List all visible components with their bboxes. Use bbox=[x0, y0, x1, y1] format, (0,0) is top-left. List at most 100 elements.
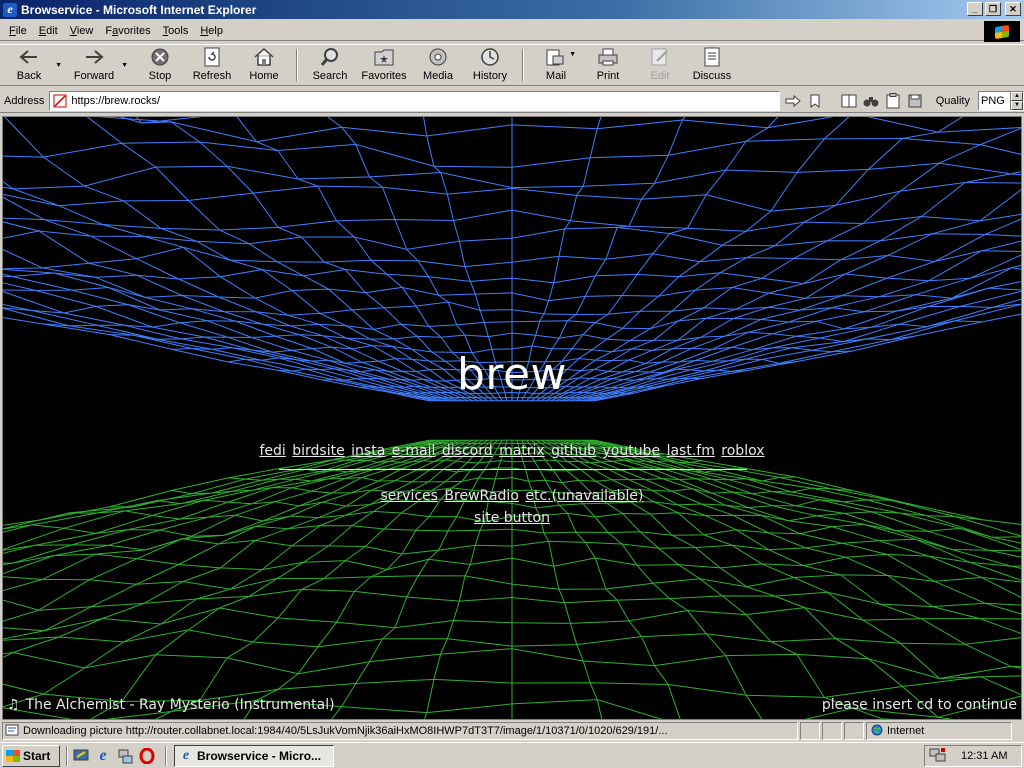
start-button[interactable]: Start bbox=[2, 744, 60, 767]
menu-help[interactable]: Help bbox=[194, 23, 229, 39]
title-bar[interactable]: e Browservice - Microsoft Internet Explo… bbox=[0, 0, 1024, 19]
link-discord[interactable]: discord bbox=[442, 443, 493, 459]
clock[interactable]: 12:31 AM bbox=[961, 750, 1007, 762]
quality-label: Quality bbox=[935, 94, 970, 107]
stop-icon bbox=[149, 46, 171, 68]
discuss-button[interactable]: Discuss bbox=[686, 45, 738, 85]
binoculars-icon[interactable] bbox=[862, 92, 880, 110]
show-desktop-icon[interactable] bbox=[71, 746, 91, 766]
save-disk-icon[interactable] bbox=[906, 92, 924, 110]
taskbar-separator-2 bbox=[165, 745, 167, 766]
menu-file[interactable]: File bbox=[3, 23, 33, 39]
home-label: Home bbox=[249, 70, 279, 82]
taskbar-item-browservice[interactable]: e Browservice - Micro... bbox=[174, 744, 334, 767]
ie-window: e Browservice - Microsoft Internet Explo… bbox=[0, 0, 1024, 742]
back-button[interactable]: Back ▼ bbox=[4, 45, 62, 85]
music-note-icon: ♫ bbox=[7, 697, 20, 713]
history-button[interactable]: History bbox=[464, 45, 516, 85]
link-site-button[interactable]: site button bbox=[474, 510, 550, 526]
open-book-icon[interactable] bbox=[840, 92, 858, 110]
edit-icon bbox=[649, 46, 671, 68]
stop-button[interactable]: Stop bbox=[134, 45, 186, 85]
bookmark-icon[interactable] bbox=[806, 92, 824, 110]
minimize-button[interactable]: _ bbox=[967, 2, 983, 16]
address-bar: Address https://brew.rocks/ Quality PNG … bbox=[0, 89, 1024, 113]
system-tray: 12:31 AM bbox=[924, 745, 1022, 767]
forward-dropdown-icon[interactable]: ▼ bbox=[121, 62, 128, 69]
forward-button[interactable]: Forward ▼ bbox=[68, 45, 128, 85]
taskbar: Start e e Browservice - Micro... 12:31 A… bbox=[0, 742, 1024, 768]
print-button[interactable]: Print bbox=[582, 45, 634, 85]
opera-icon[interactable] bbox=[137, 746, 157, 766]
link-github[interactable]: github bbox=[551, 443, 596, 459]
link-youtube[interactable]: youtube bbox=[603, 443, 661, 459]
menu-edit[interactable]: Edit bbox=[33, 23, 64, 39]
stop-label: Stop bbox=[148, 70, 172, 82]
status-text-cell: Downloading picture http://router.collab… bbox=[2, 722, 798, 740]
link-brewradio[interactable]: BrewRadio bbox=[444, 488, 518, 504]
page-viewport[interactable]: brew fedi birdsite insta e-mail discord … bbox=[2, 116, 1022, 720]
quality-down-icon[interactable]: ▼ bbox=[1011, 100, 1023, 110]
menu-bar: File Edit View Favorites Tools Help bbox=[0, 21, 1024, 41]
tray-network-icon[interactable] bbox=[929, 747, 947, 766]
clipboard-icon[interactable] bbox=[884, 92, 902, 110]
link-insta[interactable]: insta bbox=[351, 443, 385, 459]
ie-quicklaunch-icon[interactable]: e bbox=[93, 746, 113, 766]
menu-edit-key: E bbox=[38, 24, 47, 37]
link-lastfm[interactable]: last.fm bbox=[667, 443, 715, 459]
status-cell-blank-2 bbox=[822, 722, 842, 740]
close-button[interactable]: ✕ bbox=[1005, 2, 1021, 16]
link-email[interactable]: e-mail bbox=[392, 443, 436, 459]
back-arrow-icon bbox=[18, 46, 40, 68]
zone-cell: Internet bbox=[866, 722, 1012, 740]
go-arrow-icon[interactable] bbox=[784, 92, 802, 110]
link-etc[interactable]: etc.(unavailable) bbox=[525, 488, 643, 504]
back-label: Back bbox=[16, 70, 42, 82]
home-button[interactable]: Home bbox=[238, 45, 290, 85]
insert-cd-text: please insert cd to continue bbox=[821, 697, 1017, 713]
page-loading-icon bbox=[5, 724, 19, 739]
link-fedi[interactable]: fedi bbox=[259, 443, 285, 459]
link-roblox[interactable]: roblox bbox=[721, 443, 764, 459]
status-cell-blank-3 bbox=[844, 722, 864, 740]
divider bbox=[279, 469, 747, 470]
link-matrix[interactable]: matrix bbox=[499, 443, 545, 459]
window-controls: _ ❐ ✕ bbox=[967, 2, 1021, 16]
link-services[interactable]: services bbox=[381, 488, 438, 504]
link-birdsite[interactable]: birdsite bbox=[292, 443, 344, 459]
task-label: Browservice - Micro... bbox=[197, 748, 322, 763]
refresh-button[interactable]: Refresh bbox=[186, 45, 238, 85]
now-playing-text: The Alchemist - Ray Mysterio (Instrument… bbox=[25, 697, 335, 713]
search-icon bbox=[319, 46, 341, 68]
discuss-icon bbox=[701, 46, 723, 68]
menu-help-label: elp bbox=[208, 24, 223, 37]
network-icon[interactable] bbox=[115, 746, 135, 766]
mail-dropdown-icon[interactable]: ▼ bbox=[569, 51, 576, 58]
print-icon bbox=[597, 46, 619, 68]
address-url: https://brew.rocks/ bbox=[71, 94, 161, 107]
start-label: Start bbox=[23, 748, 51, 763]
ie-icon: e bbox=[3, 2, 17, 17]
menu-favorites[interactable]: Favorites bbox=[99, 23, 156, 39]
restore-button[interactable]: ❐ bbox=[985, 2, 1001, 16]
search-button[interactable]: Search bbox=[304, 45, 356, 85]
address-input[interactable]: https://brew.rocks/ bbox=[49, 90, 780, 111]
mail-button[interactable]: Mail ▼ bbox=[530, 45, 582, 85]
quality-stepper[interactable]: PNG ▲ ▼ bbox=[978, 90, 1024, 111]
edit-label: Edit bbox=[650, 70, 670, 82]
now-playing[interactable]: ♫ The Alchemist - Ray Mysterio (Instrume… bbox=[7, 697, 335, 713]
media-button[interactable]: Media bbox=[412, 45, 464, 85]
menu-view[interactable]: View bbox=[64, 23, 100, 39]
menu-tools[interactable]: Tools bbox=[157, 23, 195, 39]
menu-file-label: ile bbox=[15, 24, 27, 37]
history-label: History bbox=[472, 70, 508, 82]
status-cell-blank-1 bbox=[800, 722, 820, 740]
quality-up-icon[interactable]: ▲ bbox=[1011, 91, 1023, 101]
edit-button[interactable]: Edit bbox=[634, 45, 686, 85]
social-links: fedi birdsite insta e-mail discord matri… bbox=[3, 443, 1021, 459]
back-dropdown-icon[interactable]: ▼ bbox=[55, 62, 62, 69]
toolbar-separator-2 bbox=[522, 49, 524, 81]
menu-tools-label: ools bbox=[168, 24, 189, 37]
favorites-button[interactable]: Favorites bbox=[356, 45, 412, 85]
window-title: Browservice - Microsoft Internet Explore… bbox=[21, 2, 257, 17]
